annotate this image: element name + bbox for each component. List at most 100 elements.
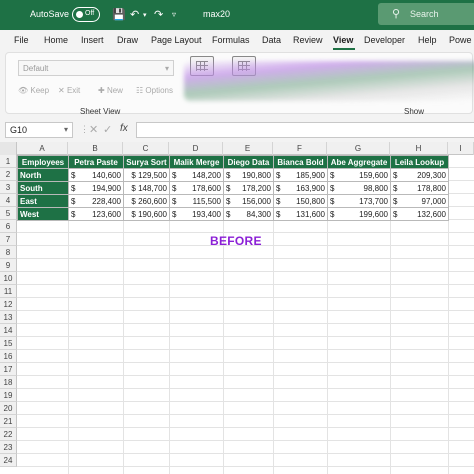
region-cell[interactable]: East [17, 194, 69, 208]
keep-button[interactable]: 👁 Keep [18, 86, 49, 95]
row-header[interactable]: 11 [0, 285, 17, 298]
value-cell[interactable]: $123,600 [68, 207, 124, 221]
row-header[interactable]: 16 [0, 350, 17, 363]
value-cell[interactable]: $190,800 [223, 168, 274, 182]
value-cell[interactable]: $178,600 [169, 181, 224, 195]
row-header[interactable]: 24 [0, 454, 17, 467]
column-header-i[interactable]: I [448, 142, 474, 155]
value-cell[interactable]: $ 260,600 [123, 194, 170, 208]
value-cell[interactable]: $178,200 [223, 181, 274, 195]
row-header[interactable]: 2 [0, 168, 17, 181]
row-header[interactable]: 10 [0, 272, 17, 285]
row-header[interactable]: 14 [0, 324, 17, 337]
value-cell[interactable]: $84,300 [223, 207, 274, 221]
value-cell[interactable]: $178,800 [390, 181, 449, 195]
tab-home[interactable]: Home [44, 35, 68, 45]
tab-page-layout[interactable]: Page Layout [151, 35, 202, 45]
name-box[interactable]: G10 ▾ [5, 122, 73, 138]
header-cell[interactable]: Malik Merge [169, 155, 224, 169]
formula-input[interactable] [136, 122, 474, 138]
value-cell[interactable]: $97,000 [390, 194, 449, 208]
value-cell[interactable]: $ 129,500 [123, 168, 170, 182]
row-header[interactable]: 12 [0, 298, 17, 311]
worksheet-grid[interactable]: A B C D E F G H I 1 2 3 4 5 6 7 8 9 10 1… [0, 142, 474, 474]
header-cell[interactable]: Leila Lookup [390, 155, 449, 169]
tab-data[interactable]: Data [262, 35, 281, 45]
row-header[interactable]: 6 [0, 220, 17, 233]
header-cell[interactable]: Bianca Bold [273, 155, 328, 169]
value-cell[interactable]: $98,800 [327, 181, 391, 195]
search-box[interactable]: ⚲ Search [378, 3, 474, 25]
value-cell[interactable]: $156,000 [223, 194, 274, 208]
redo-icon[interactable]: ↷ [154, 8, 163, 21]
header-cell[interactable]: Diego Data [223, 155, 274, 169]
row-header[interactable]: 18 [0, 376, 17, 389]
column-header-g[interactable]: G [327, 142, 390, 155]
customize-toolbar-icon[interactable]: ▿ [172, 10, 176, 19]
region-cell[interactable]: North [17, 168, 69, 182]
column-header-e[interactable]: E [223, 142, 273, 155]
region-cell[interactable]: South [17, 181, 69, 195]
row-header[interactable]: 15 [0, 337, 17, 350]
tab-help[interactable]: Help [418, 35, 437, 45]
value-cell[interactable]: $150,800 [273, 194, 328, 208]
value-cell[interactable]: $159,600 [327, 168, 391, 182]
column-header-d[interactable]: D [169, 142, 223, 155]
value-cell[interactable]: $173,700 [327, 194, 391, 208]
row-header[interactable]: 19 [0, 389, 17, 402]
value-cell[interactable]: $132,600 [390, 207, 449, 221]
row-header[interactable]: 1 [0, 155, 17, 168]
row-header[interactable]: 20 [0, 402, 17, 415]
column-header-c[interactable]: C [123, 142, 169, 155]
value-cell[interactable]: $140,600 [68, 168, 124, 182]
row-header[interactable]: 9 [0, 259, 17, 272]
row-header[interactable]: 21 [0, 415, 17, 428]
options-button[interactable]: ☷ Options [136, 86, 173, 95]
column-header-f[interactable]: F [273, 142, 327, 155]
header-cell[interactable]: Petra Paste [68, 155, 124, 169]
value-cell[interactable]: $115,500 [169, 194, 224, 208]
value-cell[interactable]: $209,300 [390, 168, 449, 182]
value-cell[interactable]: $163,900 [273, 181, 328, 195]
value-cell[interactable]: $194,900 [68, 181, 124, 195]
tab-formulas[interactable]: Formulas [212, 35, 250, 45]
value-cell[interactable]: $ 148,700 [123, 181, 170, 195]
row-header[interactable]: 4 [0, 194, 17, 207]
select-all-corner[interactable] [0, 142, 17, 155]
undo-dropdown-icon[interactable]: ▾ [143, 11, 147, 19]
column-header-h[interactable]: H [390, 142, 448, 155]
row-header[interactable]: 23 [0, 441, 17, 454]
row-header[interactable]: 7 [0, 233, 17, 246]
exit-button[interactable]: ✕ Exit [58, 86, 80, 95]
tab-file[interactable]: File [14, 35, 29, 45]
row-header[interactable]: 3 [0, 181, 17, 194]
header-cell[interactable]: Abe Aggregate [327, 155, 391, 169]
tab-draw[interactable]: Draw [117, 35, 138, 45]
new-button[interactable]: ✚ New [98, 86, 123, 95]
tab-developer[interactable]: Developer [364, 35, 405, 45]
header-cell[interactable]: Employees [17, 155, 69, 169]
value-cell[interactable]: $ 190,600 [123, 207, 170, 221]
tab-power[interactable]: Powe [449, 35, 472, 45]
column-header-a[interactable]: A [17, 142, 68, 155]
column-header-b[interactable]: B [68, 142, 123, 155]
tab-view[interactable]: View [333, 35, 353, 45]
value-cell[interactable]: $199,600 [327, 207, 391, 221]
value-cell[interactable]: $148,200 [169, 168, 224, 182]
row-header[interactable]: 13 [0, 311, 17, 324]
row-header[interactable]: 22 [0, 428, 17, 441]
autosave-toggle[interactable]: Off [72, 7, 100, 22]
row-header[interactable]: 8 [0, 246, 17, 259]
header-cell[interactable]: Surya Sort [123, 155, 170, 169]
value-cell[interactable]: $228,400 [68, 194, 124, 208]
row-header[interactable]: 5 [0, 207, 17, 220]
value-cell[interactable]: $185,900 [273, 168, 328, 182]
region-cell[interactable]: West [17, 207, 69, 221]
tab-insert[interactable]: Insert [81, 35, 104, 45]
row-header[interactable]: 17 [0, 363, 17, 376]
insert-function-icon[interactable]: fx [120, 123, 128, 134]
save-icon[interactable]: 💾 [112, 8, 126, 21]
confirm-icon[interactable]: ✓ [103, 123, 112, 136]
cancel-icon[interactable]: ✕ [89, 123, 98, 136]
sheet-view-dropdown[interactable]: Default ▾ [18, 60, 174, 76]
